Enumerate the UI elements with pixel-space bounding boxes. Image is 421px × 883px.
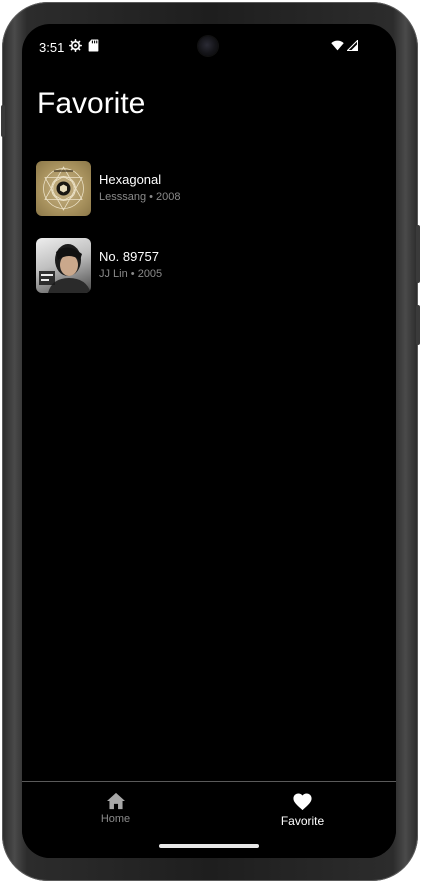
favorites-list: Hexagonal Lesssang • 2008 No. 89757 JJ L… <box>36 150 382 304</box>
item-subtitle: Lesssang • 2008 <box>99 191 181 203</box>
item-title: No. 89757 <box>99 249 159 264</box>
home-icon <box>106 792 125 810</box>
hexagonal-album-cover <box>36 161 91 216</box>
app-screen: 3:51 Favorite Hexagonal Lesssang • 2008 … <box>22 24 396 858</box>
nav-item-favorite[interactable]: Favorite <box>209 782 396 842</box>
power-button <box>416 305 420 345</box>
heart-icon <box>293 793 312 811</box>
status-icons-right <box>331 40 358 51</box>
page-title: Favorite <box>37 87 146 120</box>
side-button <box>1 105 5 137</box>
item-text: Hexagonal Lesssang • 2008 <box>99 172 181 205</box>
nav-item-home[interactable]: Home <box>22 782 209 842</box>
gesture-bar[interactable] <box>159 844 259 848</box>
status-bar: 3:51 <box>22 24 396 68</box>
item-title: Hexagonal <box>99 172 162 187</box>
settings-icon <box>69 39 82 52</box>
nav-label-favorite: Favorite <box>280 814 325 828</box>
item-text: No. 89757 JJ Lin • 2005 <box>99 249 162 282</box>
status-icons-left <box>69 39 99 52</box>
signal-icon <box>347 40 358 51</box>
jj-lin-album-cover <box>36 238 91 293</box>
sd-card-icon <box>88 39 99 52</box>
item-subtitle: JJ Lin • 2005 <box>99 268 163 280</box>
status-time: 3:51 <box>39 40 65 55</box>
volume-button <box>416 225 420 283</box>
front-camera <box>198 36 218 56</box>
list-item[interactable]: No. 89757 JJ Lin • 2005 <box>36 227 382 304</box>
bottom-navigation: Home Favorite <box>22 781 396 858</box>
nav-label-home: Home <box>100 813 131 825</box>
list-item[interactable]: Hexagonal Lesssang • 2008 <box>36 150 382 227</box>
wifi-icon <box>331 40 344 51</box>
